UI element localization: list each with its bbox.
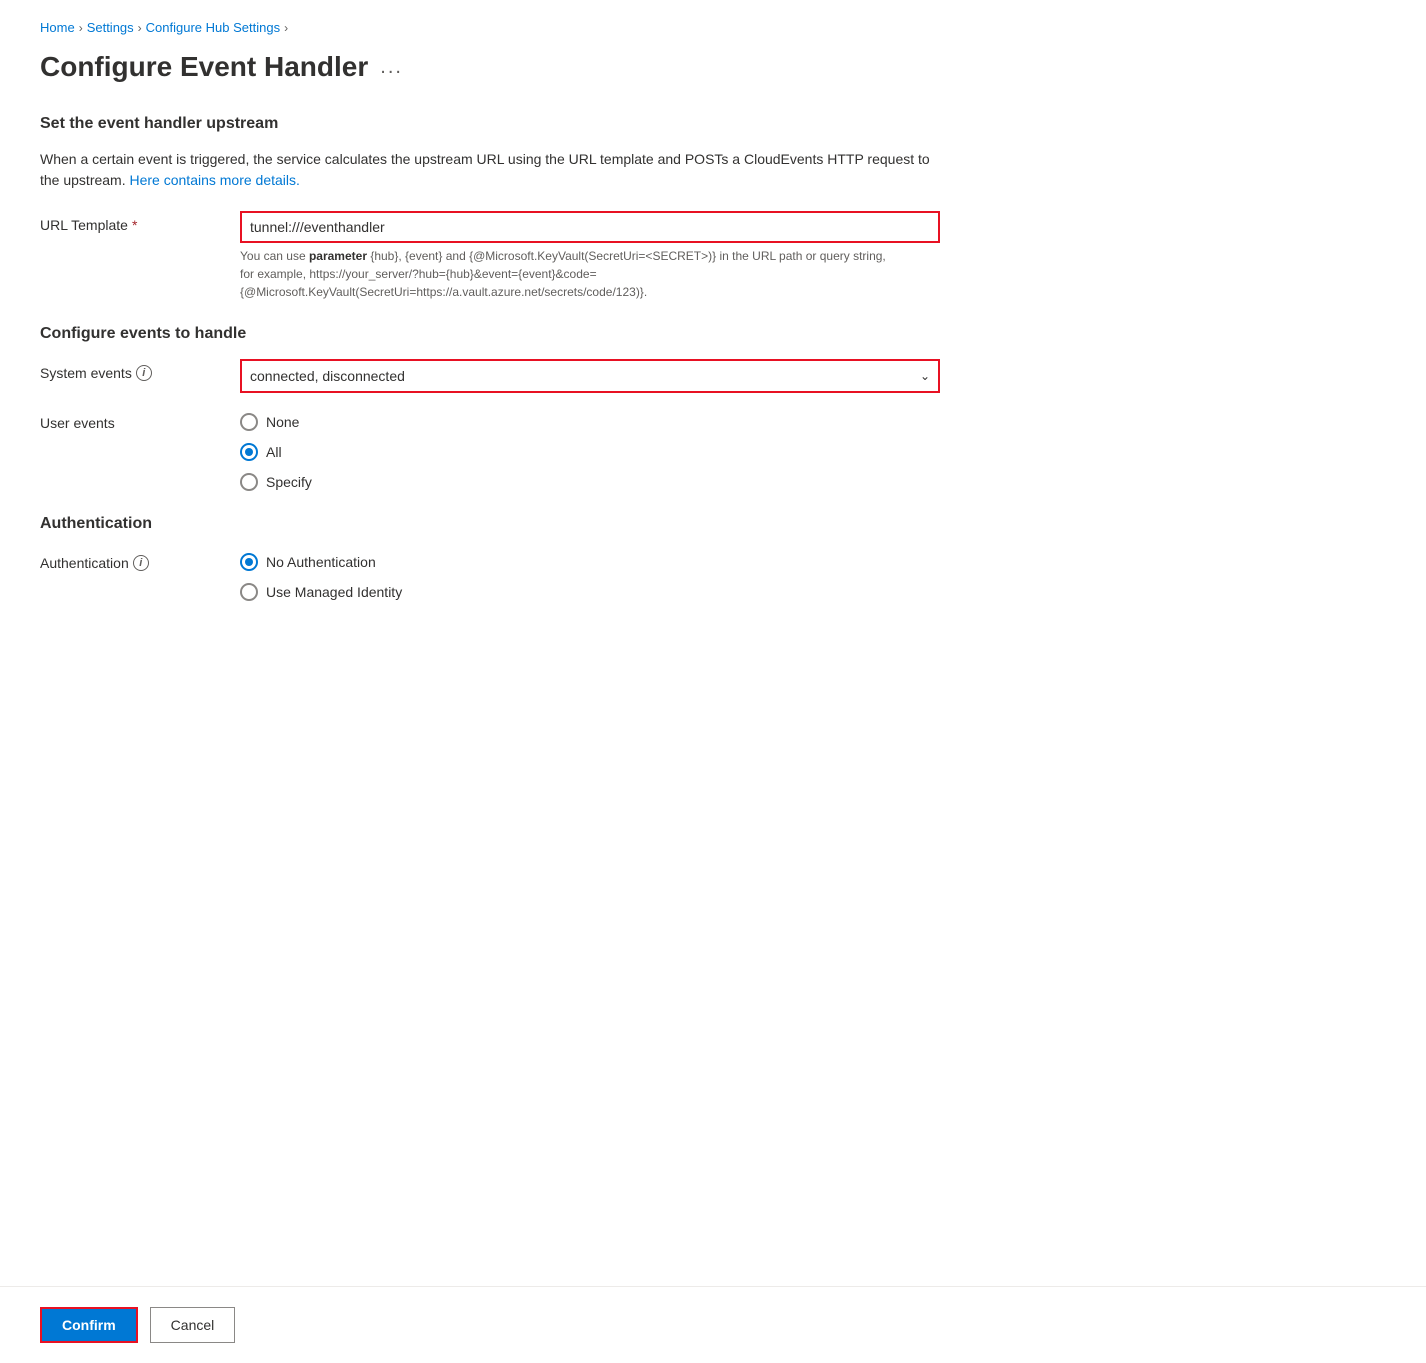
more-details-link[interactable]: Here contains more details.: [130, 172, 300, 188]
required-indicator: *: [132, 217, 137, 233]
system-events-select[interactable]: connected, disconnected: [240, 359, 940, 393]
page-title: Configure Event Handler: [40, 51, 368, 83]
breadcrumb-home[interactable]: Home: [40, 20, 75, 35]
radio-none[interactable]: [240, 413, 258, 431]
auth-info-icon[interactable]: i: [133, 555, 149, 571]
auth-no-auth[interactable]: No Authentication: [240, 553, 402, 571]
auth-label: Authentication i: [40, 549, 220, 571]
title-ellipsis[interactable]: ...: [380, 56, 403, 79]
footer-bar: Confirm Cancel: [0, 1286, 1426, 1363]
radio-managed-identity-label: Use Managed Identity: [266, 584, 402, 600]
breadcrumb: Home › Settings › Configure Hub Settings…: [40, 20, 1386, 35]
breadcrumb-configure[interactable]: Configure Hub Settings: [146, 20, 280, 35]
user-events-none[interactable]: None: [240, 413, 312, 431]
radio-specify-label: Specify: [266, 474, 312, 490]
breadcrumb-settings[interactable]: Settings: [87, 20, 134, 35]
auth-radio-group: No Authentication Use Managed Identity: [240, 549, 402, 601]
radio-specify[interactable]: [240, 473, 258, 491]
radio-all[interactable]: [240, 443, 258, 461]
auth-section-title: Authentication: [40, 515, 1386, 533]
upstream-section-title: Set the event handler upstream: [40, 115, 1386, 133]
radio-managed-identity[interactable]: [240, 583, 258, 601]
radio-none-label: None: [266, 414, 299, 430]
url-template-hint: You can use parameter {hub}, {event} and…: [240, 247, 900, 301]
user-events-all[interactable]: All: [240, 443, 312, 461]
url-template-label: URL Template *: [40, 211, 220, 233]
user-events-specify[interactable]: Specify: [240, 473, 312, 491]
auth-managed-identity[interactable]: Use Managed Identity: [240, 583, 402, 601]
radio-no-auth-label: No Authentication: [266, 554, 376, 570]
user-events-label: User events: [40, 409, 220, 431]
cancel-button[interactable]: Cancel: [150, 1307, 236, 1343]
url-template-input[interactable]: [240, 211, 940, 243]
radio-no-auth[interactable]: [240, 553, 258, 571]
events-section-title: Configure events to handle: [40, 325, 1386, 343]
user-events-radio-group: None All Specify: [240, 409, 312, 491]
radio-all-label: All: [266, 444, 282, 460]
system-events-label: System events i: [40, 359, 220, 381]
system-events-info-icon[interactable]: i: [136, 365, 152, 381]
upstream-description: When a certain event is triggered, the s…: [40, 149, 940, 191]
confirm-button[interactable]: Confirm: [40, 1307, 138, 1343]
